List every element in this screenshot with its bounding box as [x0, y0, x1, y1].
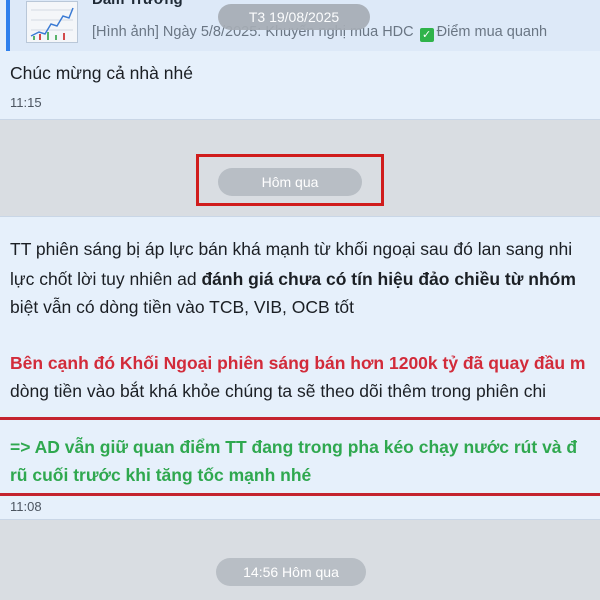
- highlight-frame: [196, 154, 384, 206]
- message-line-2-bold: đánh giá chưa có tín hiệu đảo chiều từ n…: [201, 269, 576, 289]
- message-line-5: dòng tiền vào bắt khá khỏe chúng ta sẽ t…: [10, 381, 547, 401]
- reply-author: Đam Trường: [92, 0, 183, 8]
- message-line-1: TT phiên sáng bị áp lực bán khá mạnh từ …: [10, 239, 573, 259]
- checkmark-icon: ✓: [419, 28, 434, 42]
- chart-thumbnail-icon: [27, 2, 77, 42]
- message-line-2: lực chốt lời tuy nhiên ad đánh giá chưa …: [10, 269, 576, 290]
- message-line-green-2: rũ cuối trước khi tăng tốc mạnh nhé: [10, 465, 312, 485]
- message-line-2-normal: lực chốt lời tuy nhiên ad: [10, 269, 202, 289]
- highlight-rule-bottom: [0, 493, 600, 496]
- reply-image-thumbnail[interactable]: [26, 1, 78, 43]
- message-line-green-1: => AD vẫn giữ quan điểm TT đang trong ph…: [10, 437, 578, 457]
- floating-date-pill: T3 19/08/2025: [218, 4, 370, 30]
- message-line-3: biệt vẫn có dòng tiền vào TCB, VIB, OCB …: [10, 297, 355, 317]
- message-line-red: Bên cạnh đó Khối Ngoại phiên sáng bán hơ…: [10, 353, 586, 373]
- highlight-rule-top: [0, 417, 600, 420]
- message-time: 11:15: [10, 95, 42, 110]
- message-bubble-main[interactable]: TT phiên sáng bị áp lực bán khá mạnh từ …: [0, 216, 600, 520]
- reply-preview-suffix: Điểm mua quanh: [436, 24, 548, 40]
- timestamp-pill: 14:56 Hôm qua: [216, 558, 366, 586]
- message-time: 11:08: [10, 499, 42, 514]
- message-text: Chúc mừng cả nhà nhé: [10, 63, 193, 83]
